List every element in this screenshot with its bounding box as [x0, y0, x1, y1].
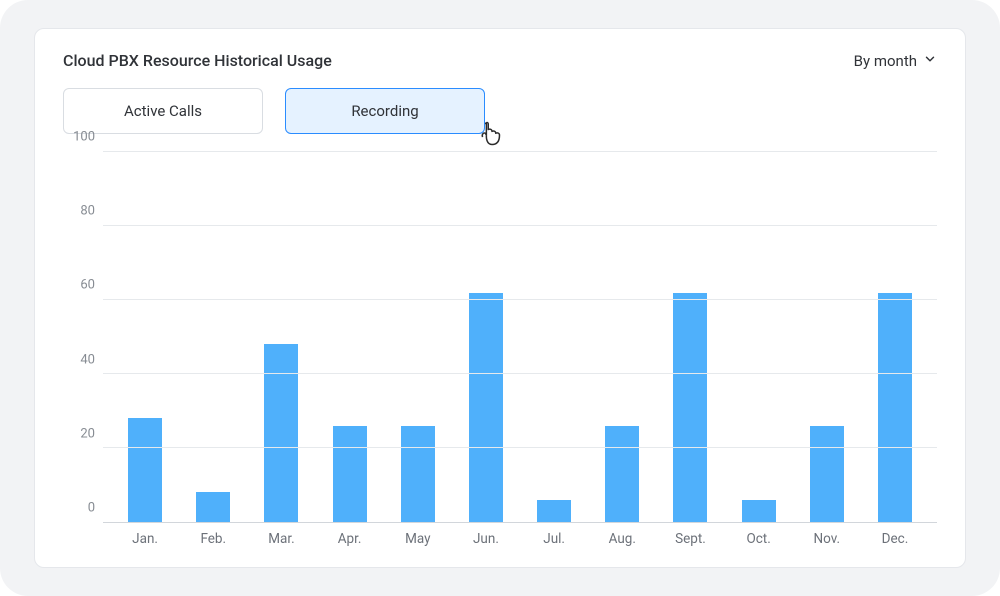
- y-axis-tick: 80: [80, 204, 95, 219]
- bar: [605, 426, 639, 522]
- bar-slot: [793, 152, 861, 522]
- bar: [469, 293, 503, 522]
- bar-slot: [656, 152, 724, 522]
- bar: [673, 293, 707, 522]
- bar: [742, 500, 776, 522]
- bar: [128, 418, 162, 522]
- x-axis-tick: Dec.: [861, 531, 929, 547]
- tab-active-calls[interactable]: Active Calls: [63, 88, 263, 134]
- bar-slot: [452, 152, 520, 522]
- y-axis-tick: 40: [80, 352, 95, 367]
- x-axis-tick: Jun.: [452, 531, 520, 547]
- bar: [264, 344, 298, 522]
- dropdown-label: By month: [854, 52, 917, 70]
- bar-slot: [316, 152, 384, 522]
- y-axis-tick: 20: [80, 426, 95, 441]
- x-axis-tick: Jan.: [111, 531, 179, 547]
- x-axis-tick: May: [384, 531, 452, 547]
- chart-grid: [103, 152, 937, 523]
- page-background: Cloud PBX Resource Historical Usage By m…: [0, 0, 1000, 596]
- gridline: [103, 151, 937, 152]
- card-title: Cloud PBX Resource Historical Usage: [63, 51, 332, 70]
- bar: [878, 293, 912, 522]
- x-axis-tick: Nov.: [793, 531, 861, 547]
- bar-slot: [179, 152, 247, 522]
- bar-slot: [725, 152, 793, 522]
- usage-card: Cloud PBX Resource Historical Usage By m…: [34, 28, 966, 568]
- bar-slot: [247, 152, 315, 522]
- bar: [537, 500, 571, 522]
- tab-recording[interactable]: Recording: [285, 88, 485, 134]
- gridline: [103, 373, 937, 374]
- bar-slot: [861, 152, 929, 522]
- granularity-dropdown[interactable]: By month: [854, 52, 937, 70]
- bar: [196, 492, 230, 522]
- gridline: [103, 299, 937, 300]
- chart-plot: 020406080100: [63, 152, 937, 523]
- x-axis-tick: Oct.: [725, 531, 793, 547]
- x-axis-tick: Jul.: [520, 531, 588, 547]
- chevron-down-icon: [923, 52, 937, 70]
- bar-slot: [588, 152, 656, 522]
- metric-tabs: Active Calls Recording: [63, 88, 937, 134]
- gridline: [103, 447, 937, 448]
- y-axis-tick: 60: [80, 278, 95, 293]
- x-axis-tick: Mar.: [247, 531, 315, 547]
- bar: [401, 426, 435, 522]
- bar-slot: [520, 152, 588, 522]
- y-axis-tick: 100: [73, 130, 95, 145]
- y-axis: 020406080100: [63, 152, 103, 523]
- chart: 020406080100 Jan.Feb.Mar.Apr.MayJun.Jul.…: [63, 152, 937, 547]
- bar: [333, 426, 367, 522]
- card-header: Cloud PBX Resource Historical Usage By m…: [63, 51, 937, 70]
- x-axis-tick: Feb.: [179, 531, 247, 547]
- x-axis-tick: Sept.: [656, 531, 724, 547]
- bar-slot: [111, 152, 179, 522]
- bar-slot: [384, 152, 452, 522]
- x-axis-tick: Aug.: [588, 531, 656, 547]
- gridline: [103, 225, 937, 226]
- chart-bars: [103, 152, 937, 522]
- x-axis: Jan.Feb.Mar.Apr.MayJun.Jul.Aug.Sept.Oct.…: [103, 523, 937, 547]
- x-axis-tick: Apr.: [316, 531, 384, 547]
- bar: [810, 426, 844, 522]
- y-axis-tick: 0: [88, 501, 95, 516]
